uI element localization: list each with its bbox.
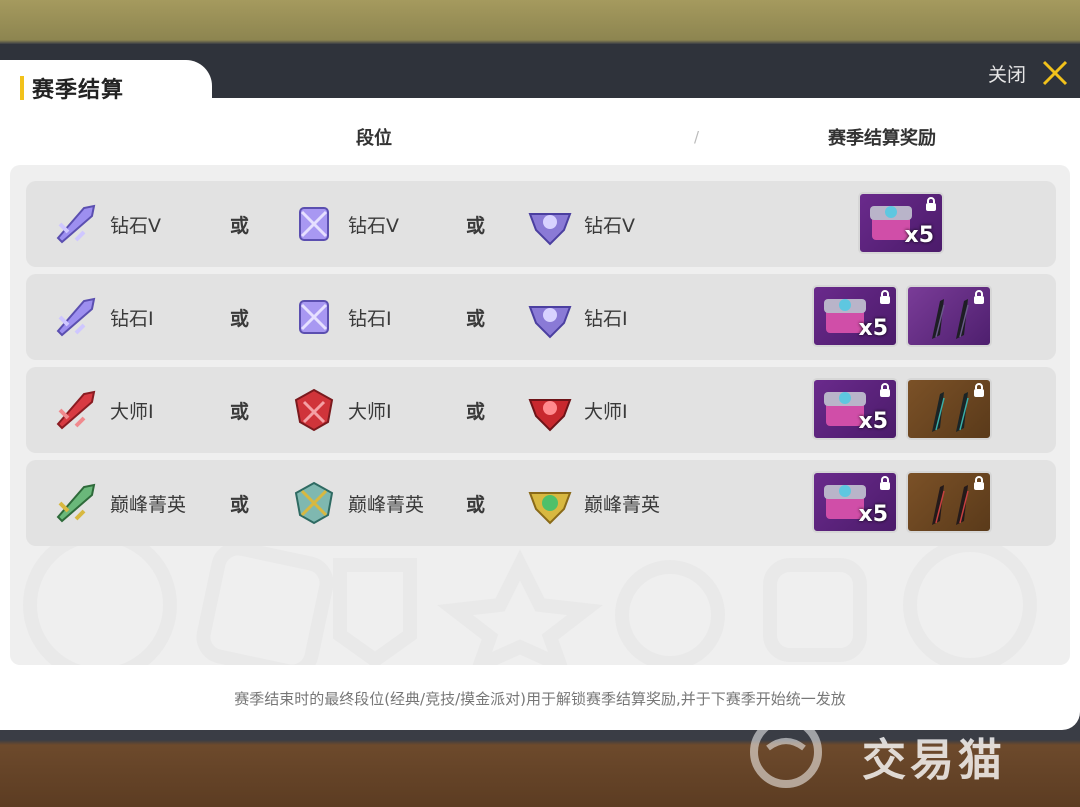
elite-sword-emblem-icon (56, 483, 96, 523)
elite-crest-emblem-icon (528, 492, 572, 525)
column-separator: / (694, 128, 700, 146)
rank-row: 钻石V 或 钻石V 或 钻石V x5 (26, 181, 1056, 267)
rank-label: 钻石V (110, 214, 161, 237)
rank-label: 钻石I (348, 307, 392, 330)
rank-item: 钻石V (288, 181, 399, 267)
elite-shield-emblem-icon (294, 481, 334, 525)
lock-icon (926, 197, 936, 211)
reward-chest[interactable]: x5 (858, 192, 944, 254)
reward-count: x5 (858, 502, 889, 527)
rank-item: 巅峰菁英 (288, 460, 424, 546)
rank-item: 钻石V (50, 181, 161, 267)
lock-icon (880, 476, 890, 490)
rank-label: 钻石I (584, 307, 628, 330)
page-title: 赛季结算 (32, 78, 125, 103)
rank-item: 钻石I (288, 274, 392, 360)
or-label: 或 (230, 215, 250, 237)
reward-count: x5 (904, 223, 935, 248)
rank-item: 大师I (50, 367, 154, 453)
rank-item: 大师I (288, 367, 392, 453)
rank-column-header: 段位 (356, 128, 392, 149)
or-label: 或 (466, 401, 486, 423)
rank-row: 钻石I 或 钻石I 或 钻石I x5 (26, 274, 1056, 360)
diamond-crest-emblem-icon (528, 306, 572, 339)
reward-count: x5 (858, 316, 889, 341)
diamond-crest-emblem-icon (528, 213, 572, 246)
background-decoration (23, 528, 1037, 665)
lock-icon (880, 383, 890, 397)
or-label: 或 (466, 308, 486, 330)
or-label: 或 (230, 494, 250, 516)
title-accent-bar (20, 76, 24, 100)
master-crest-emblem-icon (528, 399, 572, 432)
reward-blades[interactable] (906, 471, 992, 533)
watermark-text: 交易猫 (862, 735, 1006, 786)
lock-icon (880, 290, 890, 304)
or-label: 或 (466, 494, 486, 516)
rank-row: 大师I 或 大师I 或 大师I x5 (26, 367, 1056, 453)
lock-icon (974, 383, 984, 397)
rank-item: 巅峰菁英 (50, 460, 186, 546)
or-label: 或 (230, 308, 250, 330)
rank-label: 大师I (110, 400, 154, 423)
close-icon[interactable] (1038, 56, 1072, 90)
rank-label: 钻石V (584, 214, 635, 237)
rank-label: 大师I (584, 400, 628, 423)
footer-note: 赛季结束时的最终段位(经典/竞技/摸金派对)用于解锁赛季结算奖励,并于下赛季开始… (234, 690, 846, 708)
rank-item: 钻石I (50, 274, 154, 360)
rank-item: 大师I (524, 367, 628, 453)
diamond-shield-emblem-icon (299, 207, 329, 241)
rank-item: 钻石I (524, 274, 628, 360)
diamond-sword-emblem-icon (56, 204, 96, 244)
or-label: 或 (466, 215, 486, 237)
reward-column-header: 赛季结算奖励 (828, 128, 936, 149)
rank-label: 巅峰菁英 (584, 493, 661, 516)
reward-blades[interactable] (906, 285, 992, 347)
rank-row: 巅峰菁英 或 巅峰菁英 或 巅峰菁英 x5 (26, 460, 1056, 546)
close-label[interactable]: 关闭 (988, 60, 1026, 87)
rank-label: 大师I (348, 400, 392, 423)
reward-chest[interactable]: x5 (812, 471, 898, 533)
reward-chest[interactable]: x5 (812, 285, 898, 347)
or-label: 或 (230, 401, 250, 423)
reward-chest[interactable]: x5 (812, 378, 898, 440)
rank-label: 钻石I (110, 307, 154, 330)
diamond-sword-emblem-icon (56, 297, 96, 337)
master-sword-emblem-icon (56, 390, 96, 430)
reward-count: x5 (858, 409, 889, 434)
master-shield-emblem-icon (294, 388, 334, 432)
diamond-shield-emblem-icon (299, 300, 329, 334)
lock-icon (974, 476, 984, 490)
rank-label: 钻石V (348, 214, 399, 237)
lock-icon (974, 290, 984, 304)
reward-blades[interactable] (906, 378, 992, 440)
rank-label: 巅峰菁英 (348, 493, 425, 516)
rank-label: 巅峰菁英 (110, 493, 187, 516)
rank-item: 钻石V (524, 181, 635, 267)
rank-item: 巅峰菁英 (524, 460, 660, 546)
